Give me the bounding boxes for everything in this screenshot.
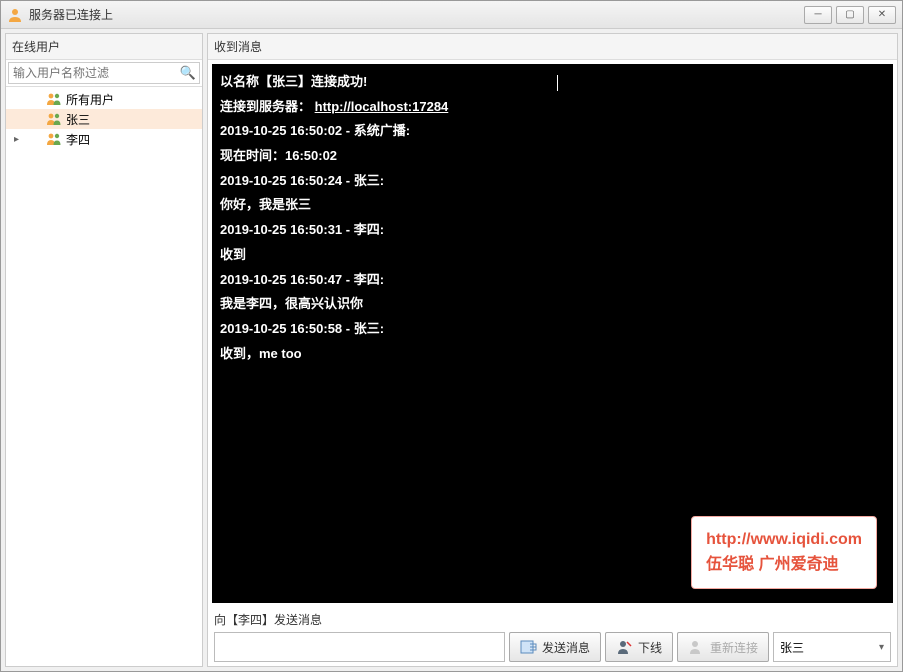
maximize-button[interactable]: ▢ bbox=[836, 6, 864, 24]
reconnect-icon bbox=[688, 638, 706, 656]
message-header: 2019-10-25 16:50:24 - 张三: bbox=[220, 169, 885, 194]
body-area: 在线用户 🔍 所有用户张三李四 收到消息 以名称【张三】连接成功! 连接到服务器… bbox=[1, 29, 902, 671]
message-list: 2019-10-25 16:50:02 - 系统广播: 现在时间：16:50:0… bbox=[220, 119, 885, 366]
message-body: 现在时间：16:50:02 bbox=[220, 144, 885, 169]
send-button[interactable]: 发送消息 bbox=[509, 632, 601, 662]
message-header: 2019-10-25 16:50:47 - 李四: bbox=[220, 268, 885, 293]
message-body: 收到 bbox=[220, 243, 885, 268]
send-area: 向【李四】发送消息 发送消息 下线 bbox=[208, 607, 897, 666]
reconnect-button[interactable]: 重新连接 bbox=[677, 632, 769, 662]
server-prefix: 连接到服务器： bbox=[220, 99, 311, 114]
user-tree: 所有用户张三李四 bbox=[6, 87, 202, 666]
sidebar-item-user[interactable]: 张三 bbox=[6, 109, 202, 129]
message-input[interactable] bbox=[214, 632, 505, 662]
watermark: http://www.iqidi.com 伍华聪 广州爱奇迪 bbox=[691, 516, 877, 589]
message-body: 你好，我是张三 bbox=[220, 193, 885, 218]
username-value: 张三 bbox=[780, 639, 804, 656]
message-body: 我是李四，很高兴认识你 bbox=[220, 292, 885, 317]
username-select[interactable]: 张三 bbox=[773, 632, 891, 662]
sidebar-item-label: 张三 bbox=[66, 111, 90, 128]
search-input[interactable] bbox=[8, 62, 200, 84]
server-line: 连接到服务器： http://localhost:17284 bbox=[220, 95, 885, 120]
app-icon bbox=[7, 7, 23, 23]
offline-icon bbox=[616, 638, 634, 656]
offline-button-label: 下线 bbox=[638, 639, 662, 656]
message-header: 2019-10-25 16:50:58 - 张三: bbox=[220, 317, 885, 342]
window-controls: ─ ▢ ✕ bbox=[804, 6, 896, 24]
search-icon[interactable]: 🔍 bbox=[180, 65, 196, 81]
text-cursor-icon bbox=[557, 75, 558, 91]
message-body: 收到，me too bbox=[220, 342, 885, 367]
send-icon bbox=[520, 638, 538, 656]
users-icon bbox=[46, 112, 62, 126]
main-panel: 收到消息 以名称【张三】连接成功! 连接到服务器： http://localho… bbox=[207, 33, 898, 667]
message-header: 2019-10-25 16:50:31 - 李四: bbox=[220, 218, 885, 243]
watermark-caption: 伍华聪 广州爱奇迪 bbox=[706, 552, 862, 578]
send-label: 向【李四】发送消息 bbox=[214, 611, 891, 628]
connect-success-line: 以名称【张三】连接成功! bbox=[220, 70, 885, 95]
send-row: 发送消息 下线 重新连接 张三 bbox=[214, 632, 891, 662]
reconnect-button-label: 重新连接 bbox=[710, 639, 758, 656]
message-header: 2019-10-25 16:50:02 - 系统广播: bbox=[220, 119, 885, 144]
sidebar-item-user[interactable]: 所有用户 bbox=[6, 89, 202, 109]
sidebar-header: 在线用户 bbox=[6, 34, 202, 60]
app-window: 服务器已连接上 ─ ▢ ✕ 在线用户 🔍 所有用户张三李四 收到消息 以名称【张… bbox=[0, 0, 903, 672]
sidebar: 在线用户 🔍 所有用户张三李四 bbox=[5, 33, 203, 667]
window-title: 服务器已连接上 bbox=[29, 6, 804, 23]
offline-button[interactable]: 下线 bbox=[605, 632, 673, 662]
sidebar-item-label: 李四 bbox=[66, 131, 90, 148]
message-console[interactable]: 以名称【张三】连接成功! 连接到服务器： http://localhost:17… bbox=[212, 64, 893, 603]
close-button[interactable]: ✕ bbox=[868, 6, 896, 24]
connect-success-text: 以名称【张三】连接成功! bbox=[220, 74, 367, 89]
sidebar-item-user[interactable]: 李四 bbox=[6, 129, 202, 149]
server-url-link[interactable]: http://localhost:17284 bbox=[315, 99, 449, 114]
watermark-url: http://www.iqidi.com bbox=[706, 527, 862, 553]
titlebar: 服务器已连接上 ─ ▢ ✕ bbox=[1, 1, 902, 29]
main-header: 收到消息 bbox=[208, 34, 897, 60]
sidebar-item-label: 所有用户 bbox=[66, 91, 114, 108]
users-icon bbox=[46, 92, 62, 106]
users-icon bbox=[46, 132, 62, 146]
minimize-button[interactable]: ─ bbox=[804, 6, 832, 24]
search-wrap: 🔍 bbox=[6, 60, 202, 87]
send-button-label: 发送消息 bbox=[542, 639, 590, 656]
